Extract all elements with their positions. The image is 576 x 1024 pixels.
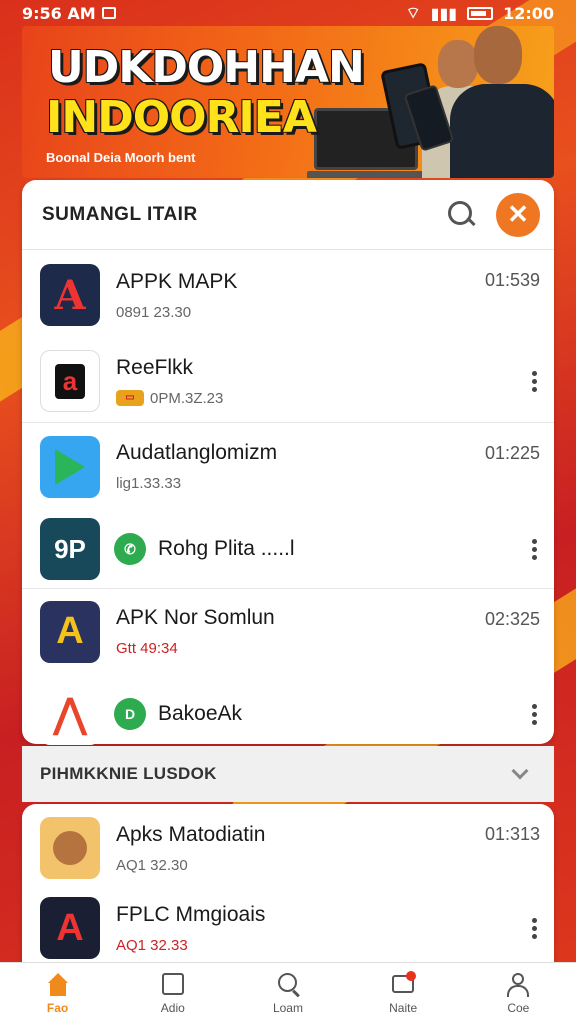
app-a-icon: a — [40, 350, 100, 412]
nav-messages[interactable]: Naite — [363, 970, 443, 1015]
item-time: 01:313 — [484, 824, 540, 844]
status-bar: 9:56 AM ⌔ ▮▮▮ 12:00 — [0, 0, 576, 26]
apk-a-icon: A — [40, 264, 100, 326]
play-store-icon — [40, 435, 100, 498]
card-title: SUMANGL ITAIR — [42, 203, 198, 225]
notification-icon — [101, 7, 116, 19]
promo-banner[interactable]: UDKDOHHAN INDOORIEA Boonal Deia Moorh be… — [22, 26, 554, 178]
app-d-icon: D — [114, 698, 146, 730]
search-icon — [275, 972, 301, 997]
nav-home[interactable]: Fao — [18, 972, 98, 1015]
item-name: Apks Matodiatin — [116, 822, 266, 846]
item-name: BakoeAk — [158, 702, 243, 725]
list-item[interactable]: A FPLC Mmgioais AQ1 32.33 — [22, 892, 554, 964]
item-name: APK Nor Somlun — [116, 606, 275, 629]
nav-apps[interactable]: Adio — [133, 972, 213, 1015]
list-item[interactable]: ⋀ D BakoeAk — [22, 674, 554, 754]
nav-label: Coe — [507, 1000, 530, 1015]
status-clock: 12:00 — [503, 3, 554, 23]
nav-profile[interactable]: Coe — [478, 972, 558, 1015]
list-item[interactable]: Audatlanglomizm lig1.33.33 01:225 — [22, 422, 554, 510]
item-name: Rohg Plita .....l — [158, 537, 295, 560]
item-date: 0891 23.30 — [116, 303, 192, 321]
apk-star-icon: A — [40, 600, 100, 663]
more-options-icon[interactable] — [528, 917, 540, 939]
person-image — [450, 84, 554, 178]
nav-label: Adio — [160, 1000, 185, 1015]
list-item[interactable]: A APPK MAPK 0891 23.30 01:539 — [22, 250, 554, 340]
battery-icon — [467, 6, 494, 20]
list-item[interactable]: 9P ✆ Rohg Plita .....l — [22, 510, 554, 588]
item-date: 0PM.3Z.23 — [150, 389, 224, 407]
nav-label: Fao — [46, 1000, 69, 1015]
banner-title: UDKDOHHAN — [48, 42, 365, 93]
home-icon — [45, 972, 71, 997]
list-item[interactable]: A APK Nor Somlun Gtt 49:34 02:325 — [22, 588, 554, 674]
item-name: Audatlanglomizm — [116, 441, 278, 464]
more-options-icon[interactable] — [528, 703, 540, 725]
bottom-navigation: Fao Adio Loam Naite Coe — [0, 962, 576, 1024]
app-list-card: SUMANGL ITAIR ✕ A APPK MAPK 0891 23.30 0… — [22, 180, 554, 745]
item-date: lig1.33.33 — [116, 475, 182, 492]
section-header[interactable]: PIHMKKNIE LUSDOK — [22, 746, 554, 802]
search-icon[interactable] — [444, 197, 480, 233]
apk-a-icon: A — [40, 897, 100, 959]
nav-search[interactable]: Loam — [248, 972, 328, 1015]
item-time: 01:539 — [484, 270, 540, 290]
status-time: 9:56 AM — [22, 3, 96, 23]
person-image — [474, 26, 522, 84]
item-date: AQ1 32.33 — [116, 936, 188, 954]
list-item[interactable]: Apks Matodiatin AQ1 32.30 01:313 — [22, 804, 554, 892]
person-image — [438, 40, 478, 88]
item-date: Gtt 49:34 — [116, 640, 178, 657]
item-name: ReeFlkk — [116, 355, 194, 379]
wifi-icon: ⌔ — [405, 3, 421, 22]
square-icon — [160, 972, 186, 997]
mascot-app-icon — [40, 817, 100, 879]
section-title: PIHMKKNIE LUSDOK — [40, 764, 217, 783]
item-name: FPLC Mmgioais — [116, 902, 266, 926]
message-icon — [390, 970, 417, 997]
card-header: SUMANGL ITAIR ✕ — [22, 180, 554, 250]
item-name: APPK MAPK — [116, 269, 238, 293]
signal-icon: ▮▮▮ — [430, 3, 458, 23]
close-button[interactable]: ✕ — [496, 192, 540, 237]
banner-title-secondary: INDOORIEA — [46, 92, 317, 143]
nav-label: Loam — [272, 1000, 303, 1015]
app-list-card-secondary: Apks Matodiatin AQ1 32.30 01:313 A FPLC … — [22, 804, 554, 964]
item-time: 02:325 — [484, 609, 540, 629]
chevron-down-icon[interactable] — [511, 762, 529, 780]
profile-icon — [505, 972, 531, 997]
more-options-icon[interactable] — [528, 538, 540, 560]
badge-icon: ▭ — [116, 390, 144, 406]
app-arrow-icon: ⋀ — [40, 683, 100, 745]
banner-subtitle: Boonal Deia Moorh bent — [46, 150, 196, 165]
app-9p-icon: 9P — [40, 518, 100, 580]
whatsapp-icon: ✆ — [114, 533, 146, 565]
more-options-icon[interactable] — [528, 370, 540, 392]
item-time: 01:225 — [484, 443, 540, 463]
list-item[interactable]: a ReeFlkk ▭ 0PM.3Z.23 — [22, 340, 554, 422]
nav-label: Naite — [389, 1000, 418, 1015]
item-date: AQ1 32.30 — [116, 856, 188, 874]
